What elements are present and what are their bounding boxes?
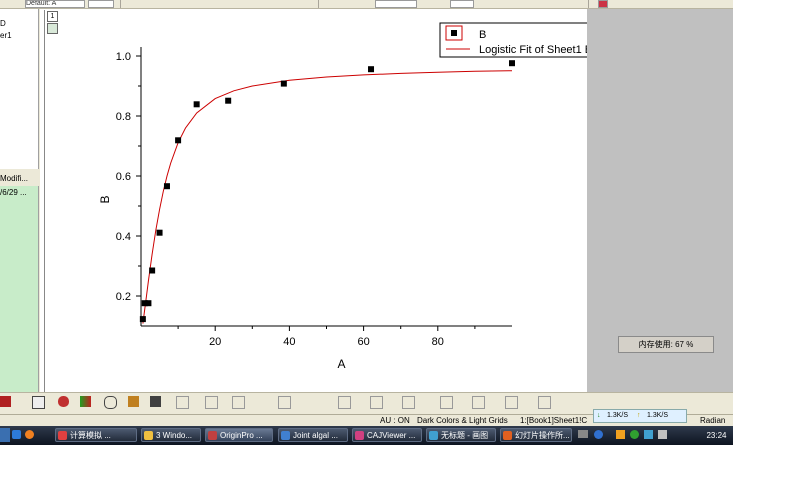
tree-item[interactable]: D — [0, 19, 6, 28]
project-file-list: /6/29 ... — [0, 186, 39, 392]
same-width-icon[interactable] — [505, 396, 518, 409]
help-icon[interactable] — [594, 430, 603, 439]
group-icon[interactable] — [176, 396, 189, 409]
toolbar-divider — [588, 0, 589, 8]
workspace-background — [587, 9, 733, 392]
taskbar-app[interactable]: CAJViewer ... — [352, 428, 422, 442]
align-top-icon[interactable] — [402, 396, 415, 409]
layer-tab[interactable]: 1 — [47, 11, 58, 22]
area-plot-icon[interactable] — [80, 396, 91, 407]
network-speed-widget: ↓ 1.3K/S ↑ 1.3K/S — [593, 409, 687, 423]
network-icon[interactable] — [644, 430, 653, 439]
memory-usage-indicator: 内存使用: 67 % — [618, 336, 714, 353]
slides-icon — [503, 431, 512, 440]
modified-column-label: Modifi... — [0, 174, 29, 183]
paint-icon — [429, 431, 438, 440]
keyboard-icon[interactable] — [578, 430, 588, 438]
record-icon[interactable] — [598, 0, 608, 8]
align-bottom-icon[interactable] — [440, 396, 453, 409]
app-icon — [58, 431, 67, 440]
layer-lock-icon[interactable] — [47, 23, 58, 34]
grid-plot-icon[interactable] — [32, 396, 45, 409]
taskbar-app-active[interactable]: OriginPro ... — [205, 428, 273, 442]
tray-app-icon[interactable] — [616, 430, 625, 439]
system-tray — [578, 430, 698, 440]
document-icon — [281, 431, 290, 440]
origin-icon — [208, 431, 217, 440]
taskbar-app[interactable]: 3 Windo... — [141, 428, 201, 442]
taskbar-app[interactable]: Joint algal ... — [278, 428, 348, 442]
folder-icon — [144, 431, 153, 440]
color-field[interactable] — [450, 0, 474, 8]
ungroup-icon[interactable] — [205, 396, 218, 409]
template-icon[interactable] — [150, 396, 161, 407]
toolbar-divider — [120, 0, 121, 8]
taskbar-clock[interactable]: 23:24 — [700, 426, 733, 445]
bar-chart-icon[interactable] — [0, 396, 11, 407]
format-toolbar: Default: A — [0, 0, 733, 9]
graph-window — [44, 10, 588, 392]
project-folder-tree: D er1 — [0, 9, 39, 169]
viewer-icon — [355, 431, 364, 440]
align-right-icon[interactable] — [370, 396, 383, 409]
font-size-field[interactable] — [88, 0, 114, 8]
same-height-icon[interactable] — [538, 396, 551, 409]
tree-item[interactable]: er1 — [0, 31, 12, 40]
font-select-value: Default: A — [26, 0, 57, 7]
list-column-header[interactable]: Modifi... — [0, 172, 38, 187]
taskbar-app[interactable]: 无标题 - 画图 — [426, 428, 496, 442]
list-item[interactable]: /6/29 ... — [0, 188, 27, 197]
upload-arrow-icon: ↑ — [637, 412, 641, 419]
security-icon[interactable] — [630, 430, 639, 439]
toolbar-divider — [318, 0, 319, 8]
taskbar-app[interactable]: 幻灯片操作所... — [500, 428, 572, 442]
pie-plot-icon[interactable] — [58, 396, 69, 407]
desktop-icon[interactable] — [12, 430, 21, 439]
download-speed: 1.3K/S — [607, 412, 629, 419]
align-left-icon[interactable] — [338, 396, 351, 409]
volume-icon[interactable] — [658, 430, 667, 439]
start-button[interactable] — [0, 428, 10, 442]
distribute-icon[interactable] — [472, 396, 485, 409]
upload-speed: 1.3K/S — [647, 412, 669, 419]
front-icon[interactable] — [232, 396, 245, 409]
polar-plot-icon[interactable] — [104, 396, 117, 409]
taskbar-app[interactable]: 计算模拟 ... — [55, 428, 137, 442]
download-arrow-icon: ↓ — [597, 412, 601, 419]
back-icon[interactable] — [278, 396, 291, 409]
line-width-field[interactable] — [375, 0, 417, 8]
stock-plot-icon[interactable] — [128, 396, 139, 407]
font-select[interactable]: Default: A — [25, 0, 85, 8]
browser-icon[interactable] — [25, 430, 34, 439]
